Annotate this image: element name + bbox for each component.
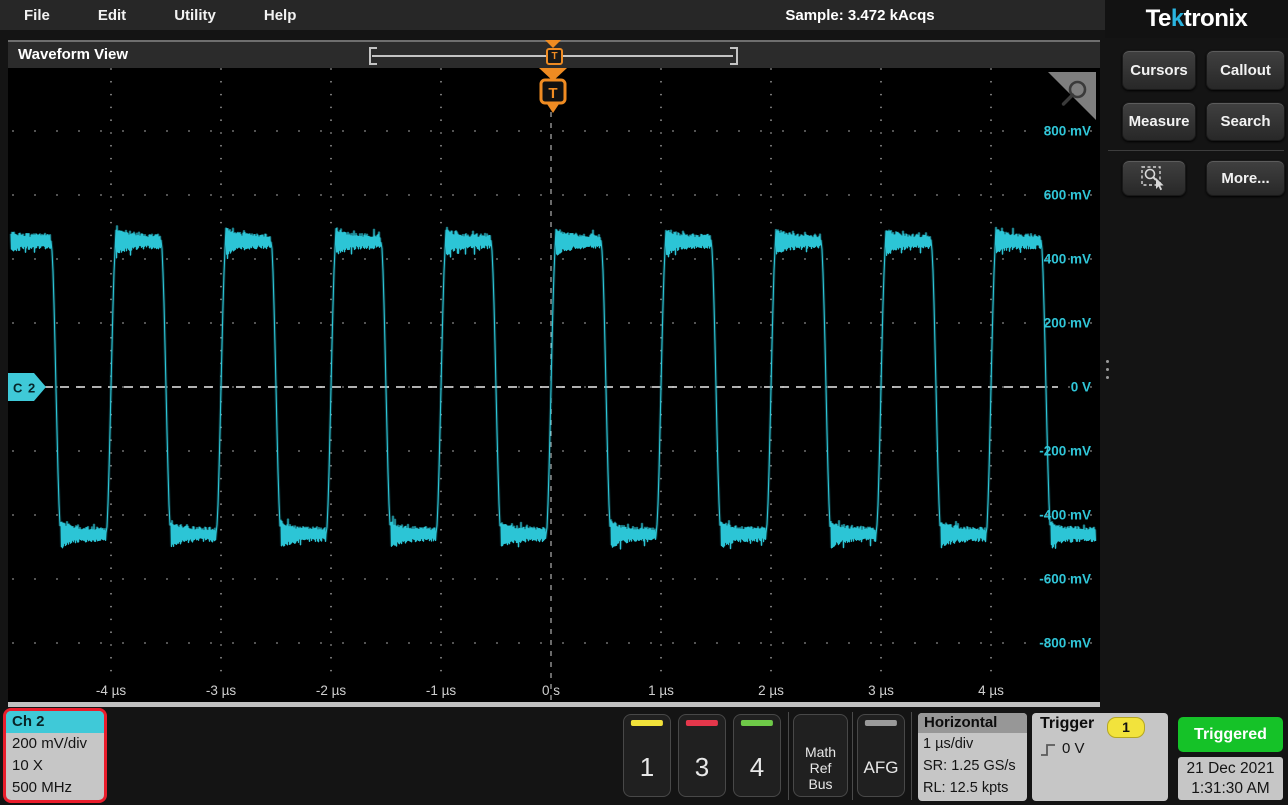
trigger-state-badge[interactable]: Triggered <box>1178 717 1283 752</box>
channel2-probe: 10 X <box>6 755 104 777</box>
button-group-separator <box>911 712 912 800</box>
y-tick-label: -200 mV <box>1039 444 1091 459</box>
afg-label: AFG <box>858 739 904 796</box>
tektronix-logo: Tektronix <box>1146 5 1248 33</box>
waveform-view-panel: Waveform View T C 2 T -4 µs -3 µs -2 µs -1 µs… <box>8 40 1100 707</box>
trigger-title: Trigger <box>1040 715 1094 733</box>
channel2-bandwidth: 500 MHz <box>6 777 104 799</box>
x-tick-label: 3 µs <box>868 683 894 698</box>
x-tick-label: -2 µs <box>316 683 347 698</box>
channel-1-label: 1 <box>624 739 670 796</box>
channel2-badge[interactable]: Ch 2 200 mV/div 10 X 500 MHz <box>6 711 104 799</box>
time: 1:31:30 AM <box>1191 779 1269 799</box>
measure-button[interactable]: Measure <box>1122 102 1196 141</box>
menu-edit[interactable]: Edit <box>98 7 126 24</box>
y-tick-label: 0 V <box>1071 380 1091 395</box>
trigger-position-arrow-icon[interactable] <box>545 40 561 48</box>
trigger-settings-badge[interactable]: Trigger 1 0 V <box>1032 713 1168 801</box>
button-group-separator <box>852 712 853 800</box>
horizontal-sample-rate: SR: 1.25 GS/s <box>918 755 1027 777</box>
cursors-button[interactable]: Cursors <box>1122 50 1196 90</box>
menu-bar: File Edit Utility Help Sample: 3.472 kAcqs <box>0 0 1105 30</box>
x-tick-label: 1 µs <box>648 683 674 698</box>
math-ref-bus-button[interactable]: MathRefBus <box>793 714 848 797</box>
horizontal-scale: 1 µs/div <box>918 733 1027 755</box>
zoom-select-icon <box>1139 165 1169 191</box>
horizontal-title: Horizontal <box>918 713 1027 733</box>
panel-drag-handle[interactable] <box>1106 360 1109 379</box>
channel-3-color-bar <box>686 720 718 726</box>
panel-bottom-scrollbar[interactable] <box>8 702 1100 707</box>
logo-area: Tektronix <box>1105 0 1288 38</box>
sample-status: Sample: 3.472 kAcqs <box>700 0 1020 30</box>
date: 21 Dec 2021 <box>1187 759 1275 779</box>
x-tick-label: -3 µs <box>206 683 237 698</box>
waveform-view-header: Waveform View T <box>8 42 1100 68</box>
button-group-separator <box>788 712 789 800</box>
y-tick-label: 400 mV <box>1044 252 1091 267</box>
channel-4-button[interactable]: 4 <box>733 714 781 797</box>
afg-button[interactable]: AFG <box>857 714 905 797</box>
channel-4-color-bar <box>741 720 773 726</box>
svg-text:C 2: C 2 <box>13 381 36 396</box>
channel2-scale: 200 mV/div <box>6 733 104 755</box>
horizontal-record-length: RL: 12.5 kpts <box>918 777 1027 799</box>
y-tick-label: -600 mV <box>1039 572 1091 587</box>
channel-1-color-bar <box>631 720 663 726</box>
search-button[interactable]: Search <box>1206 102 1285 141</box>
y-tick-label: 600 mV <box>1044 188 1091 203</box>
datetime-display: 21 Dec 2021 1:31:30 AM <box>1178 757 1283 800</box>
menu-file[interactable]: File <box>24 7 50 24</box>
menu-utility[interactable]: Utility <box>174 7 216 24</box>
channel2-name: Ch 2 <box>6 711 104 733</box>
waveform-view-title: Waveform View <box>18 46 128 63</box>
y-tick-label: -800 mV <box>1039 636 1091 651</box>
trigger-source-badge: 1 <box>1107 717 1145 738</box>
x-tick-label: 0 s <box>542 683 560 698</box>
right-panel-divider <box>1108 150 1284 151</box>
acquisition-window-right-bracket <box>730 47 738 65</box>
callout-button[interactable]: Callout <box>1206 50 1285 90</box>
x-tick-label: 2 µs <box>758 683 784 698</box>
afg-color-bar <box>865 720 897 726</box>
x-axis-labels: -4 µs -3 µs -2 µs -1 µs 0 s 1 µs 2 µs 3 µs 4 µs <box>96 683 1004 698</box>
channel-3-label: 3 <box>679 739 725 796</box>
more-button[interactable]: More... <box>1206 160 1285 196</box>
menu-help[interactable]: Help <box>264 7 297 24</box>
svg-text:T: T <box>548 85 557 102</box>
channel2-badge-highlight: Ch 2 200 mV/div 10 X 500 MHz <box>3 708 107 803</box>
channel-4-label: 4 <box>734 739 780 796</box>
horizontal-settings-badge[interactable]: Horizontal 1 µs/div SR: 1.25 GS/s RL: 12… <box>918 713 1027 801</box>
x-tick-label: 4 µs <box>978 683 1004 698</box>
y-tick-label: 800 mV <box>1044 124 1091 139</box>
math-ref-bus-label: MathRefBus <box>794 739 847 796</box>
rising-edge-icon <box>1040 742 1057 757</box>
x-tick-label: -4 µs <box>96 683 127 698</box>
trigger-position-badge[interactable]: T <box>546 48 563 65</box>
x-tick-label: -1 µs <box>426 683 457 698</box>
y-tick-label: -400 mV <box>1039 508 1091 523</box>
y-tick-label: 200 mV <box>1044 316 1091 331</box>
channel-3-button[interactable]: 3 <box>678 714 726 797</box>
graticule[interactable]: C 2 T -4 µs -3 µs -2 µs -1 µs 0 s 1 µs 2 µs 3 µs 4… <box>8 68 1100 702</box>
channel-1-button[interactable]: 1 <box>623 714 671 797</box>
zoom-select-button[interactable] <box>1122 160 1186 196</box>
trigger-level: 0 V <box>1062 740 1085 757</box>
